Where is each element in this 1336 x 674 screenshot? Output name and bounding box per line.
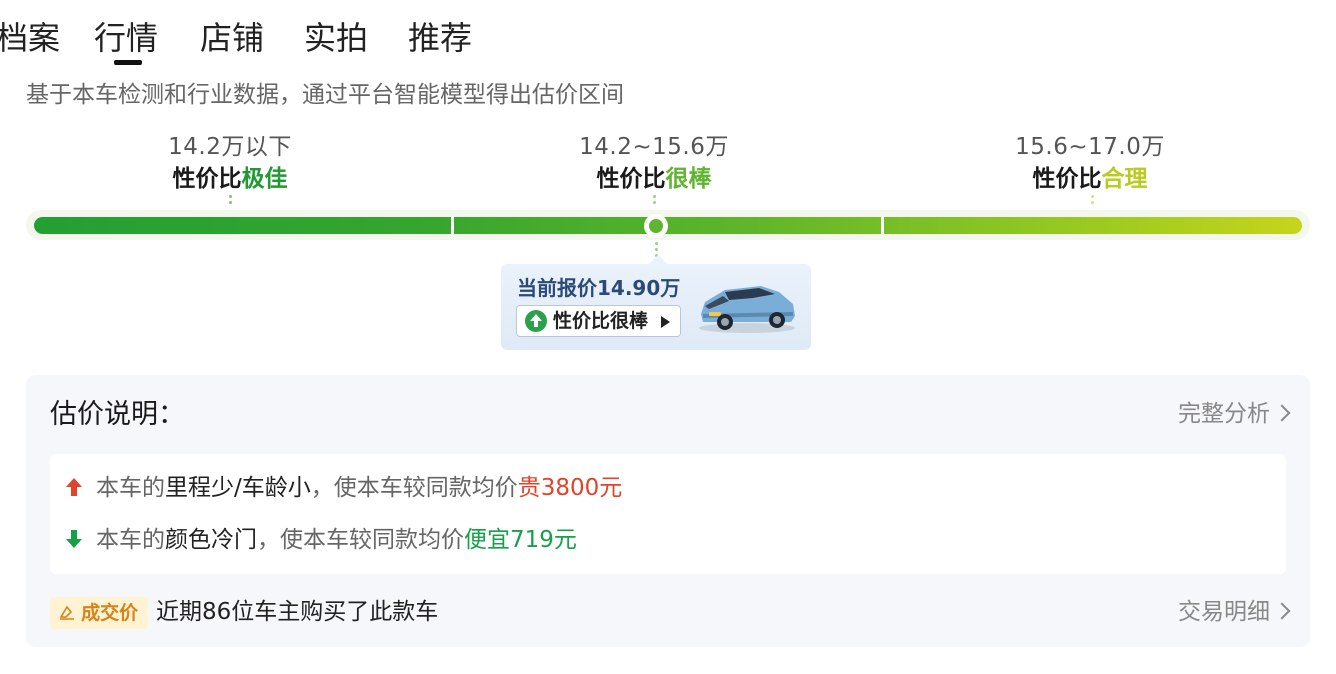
tab-photos[interactable]: 实拍	[304, 16, 368, 60]
tab-bar: 档案 行情 店铺 实拍 推荐	[0, 0, 1336, 70]
up-circle-icon	[525, 310, 547, 332]
triangle-right-icon	[661, 316, 670, 328]
tab-market[interactable]: 行情	[94, 16, 158, 60]
estimate-reasons: 本车的里程少/车龄小，使本车较同款均价贵3800元 本车的颜色冷门，使本车较同款…	[50, 454, 1286, 574]
current-price-label: 当前报价14.90万	[517, 276, 681, 300]
tab-store[interactable]: 店铺	[200, 16, 264, 60]
connector-dots	[1091, 195, 1094, 207]
bar-separator	[881, 217, 884, 234]
range-rating: 性价比很棒	[596, 166, 712, 192]
range-reasonable: 15.6~17.0万 性价比合理	[960, 130, 1220, 194]
range-rating: 性价比极佳	[172, 166, 288, 192]
range-value: 14.2万以下	[168, 134, 292, 160]
current-price-marker	[644, 214, 668, 238]
range-great: 14.2~15.6万 性价比很棒	[524, 130, 784, 194]
chevron-right-icon	[1273, 602, 1291, 619]
range-rating: 性价比合理	[1032, 166, 1148, 192]
range-excellent: 14.2万以下 性价比极佳	[100, 130, 360, 194]
tag-icon	[59, 605, 74, 620]
range-value: 14.2~15.6万	[579, 134, 729, 160]
value-rating-label: 性价比很棒	[553, 310, 649, 332]
car-image	[699, 286, 795, 333]
active-tab-indicator	[114, 60, 142, 65]
current-price-card: 当前报价14.90万 性价比很棒	[501, 255, 811, 350]
arrow-down-icon	[66, 529, 82, 548]
chevron-right-icon	[1273, 404, 1291, 421]
recent-buyers-text: 近期86位车主购买了此款车	[156, 599, 439, 625]
bar-separator	[451, 217, 454, 234]
arrow-up-icon	[66, 477, 82, 496]
price-range-bar	[34, 217, 1302, 234]
valuation-description: 基于本车检测和行业数据，通过平台智能模型得出估价区间	[26, 82, 624, 108]
estimate-panel: 估价说明： 完整分析 本车的里程少/车龄小，使本车较同款均价贵3800元 本车的…	[26, 375, 1310, 647]
value-rating-button[interactable]: 性价比很棒	[516, 305, 681, 337]
deal-price-badge: 成交价	[50, 597, 149, 629]
reason-item: 本车的里程少/车龄小，使本车较同款均价贵3800元	[64, 470, 622, 506]
connector-dots	[653, 195, 656, 207]
connector-dots	[229, 195, 232, 207]
full-analysis-link[interactable]: 完整分析	[1178, 397, 1291, 431]
tab-recommend[interactable]: 推荐	[408, 16, 472, 60]
range-value: 15.6~17.0万	[1015, 134, 1165, 160]
tab-archive[interactable]: 档案	[0, 16, 60, 60]
reason-item: 本车的颜色冷门，使本车较同款均价便宜719元	[64, 522, 577, 558]
trade-detail-link[interactable]: 交易明细	[1178, 595, 1291, 629]
estimate-title: 估价说明：	[50, 399, 185, 430]
